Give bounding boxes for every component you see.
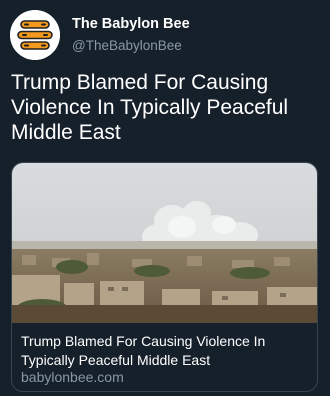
smoke-over-city-photo	[12, 163, 317, 323]
card-title[interactable]: Trump Blamed For Causing Violence In Typ…	[21, 332, 309, 370]
display-name[interactable]: The Babylon Bee	[72, 16, 190, 32]
avatar[interactable]	[10, 10, 60, 60]
card-domain[interactable]: babylonbee.com	[21, 369, 124, 385]
tweet-text: Trump Blamed For Causing Violence In Typ…	[11, 71, 289, 144]
link-card[interactable]: Trump Blamed For Causing Violence In Typ…	[11, 162, 318, 392]
babylon-bee-logo-icon	[10, 10, 60, 60]
account-handle[interactable]: @TheBabylonBee	[72, 38, 182, 53]
